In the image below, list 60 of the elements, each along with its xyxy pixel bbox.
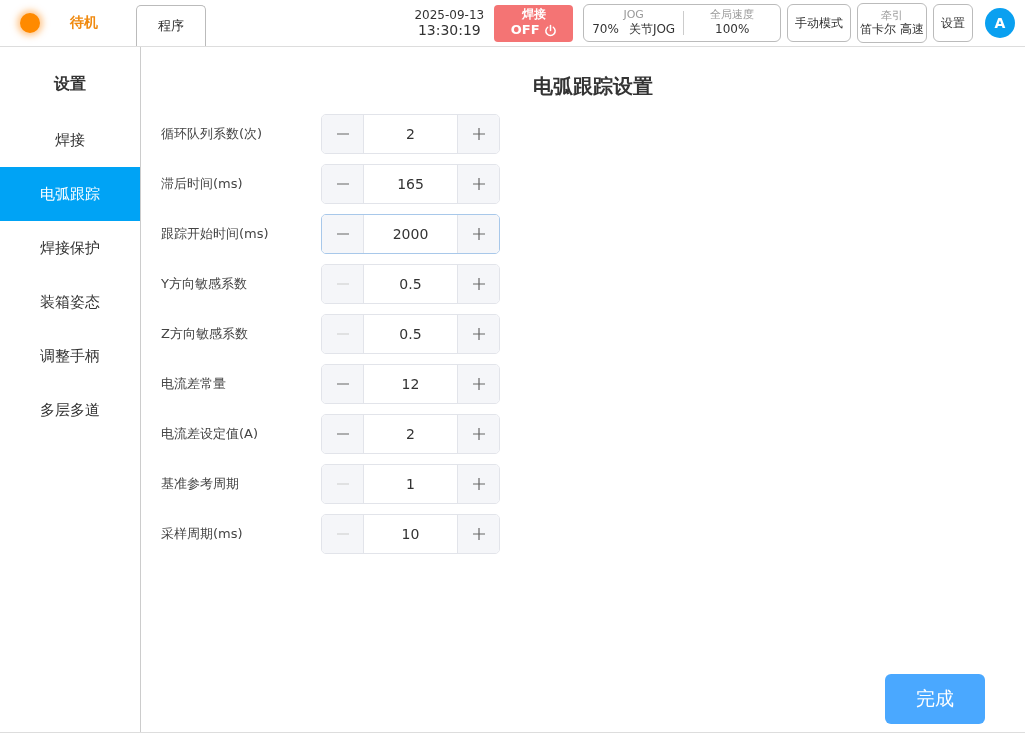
sidebar-item[interactable]: 调整手柄 [0,329,140,383]
sidebar-item[interactable]: 多层多道 [0,383,140,437]
status-light-icon [20,13,40,33]
number-stepper[interactable]: 0.5 [321,264,500,304]
increment-button[interactable] [458,165,499,203]
plus-icon [472,378,485,390]
param-label: 采样周期(ms) [161,525,244,543]
increment-button[interactable] [458,265,499,303]
param-label: Z方向敏感系数 [161,325,249,343]
plus-icon [472,428,485,440]
plus-icon [472,528,485,540]
increment-button[interactable] [458,415,499,453]
number-stepper[interactable]: 1 [321,464,500,504]
param-label: 滞后时间(ms) [161,175,244,193]
increment-button[interactable] [458,515,499,553]
param-label: Y方向敏感系数 [161,275,248,293]
number-stepper[interactable]: 2 [321,414,500,454]
param-label: 跟踪开始时间(ms) [161,225,270,243]
speed-value: 100% [715,22,750,38]
time-text: 13:30:19 [417,22,481,38]
program-tab[interactable]: 程序 [136,5,206,46]
jog-mode: 关节JOG [628,22,676,38]
sidebar-title: 设置 [52,73,87,95]
mode-button[interactable]: 手动模式 [787,4,852,42]
jog-value: 70% [592,22,619,38]
param-label: 电流差常量 [161,375,227,393]
increment-button[interactable] [458,315,499,353]
number-stepper[interactable]: 2 [321,114,500,154]
number-stepper[interactable]: 2000 [321,214,500,254]
traction-title: 牵引 [881,8,904,23]
jog-panel[interactable]: JOG 70% 关节JOG 全局速度 100% [583,4,782,42]
param-label: 电流差设定值(A) [161,425,260,443]
plus-icon [472,328,485,340]
sidebar-item[interactable]: 装箱姿态 [0,275,140,329]
power-icon [543,24,557,38]
number-stepper[interactable]: 12 [321,364,500,404]
traction-value: 笛卡尔 高速 [860,22,924,38]
increment-button[interactable] [458,215,499,253]
number-stepper[interactable]: 0.5 [321,314,500,354]
param-label: 基准参考周期 [161,475,240,493]
number-stepper[interactable]: 10 [321,514,500,554]
plus-icon [472,228,485,240]
number-stepper[interactable]: 165 [321,164,500,204]
increment-button[interactable] [458,465,499,503]
increment-button[interactable] [458,115,499,153]
speed-title: 全局速度 [710,8,755,23]
increment-button[interactable] [458,365,499,403]
plus-icon [472,128,485,140]
date-text: 2025-09-13 [414,8,485,22]
settings-button[interactable]: 设置 [933,4,973,42]
param-label: 循环队列系数(次) [161,125,264,143]
traction-button[interactable]: 牵引 笛卡尔 高速 [857,3,927,43]
sidebar-item[interactable]: 焊接保护 [0,221,140,275]
page-title: 电弧跟踪设置 [532,73,654,100]
plus-icon [472,178,485,190]
jog-title: JOG [623,8,644,23]
plus-icon [472,278,485,290]
sidebar-item[interactable]: 焊接 [0,113,140,167]
plus-icon [472,478,485,490]
status-text: 待机 [70,14,99,32]
